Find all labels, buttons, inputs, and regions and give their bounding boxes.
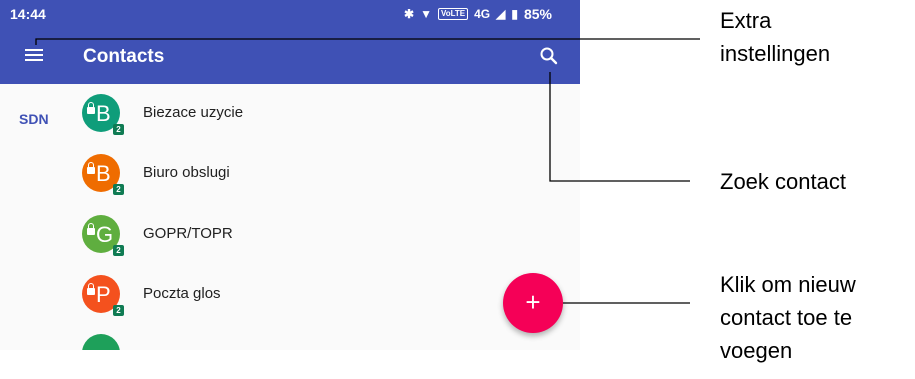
menu-callout-line bbox=[35, 38, 700, 45]
add-annotation: Klik om nieuw contact toe te voegen bbox=[720, 272, 856, 363]
search-annotation: Zoek contact bbox=[720, 169, 846, 194]
search-callout-line bbox=[549, 72, 690, 182]
menu-annotation: Extra instellingen bbox=[720, 8, 831, 66]
